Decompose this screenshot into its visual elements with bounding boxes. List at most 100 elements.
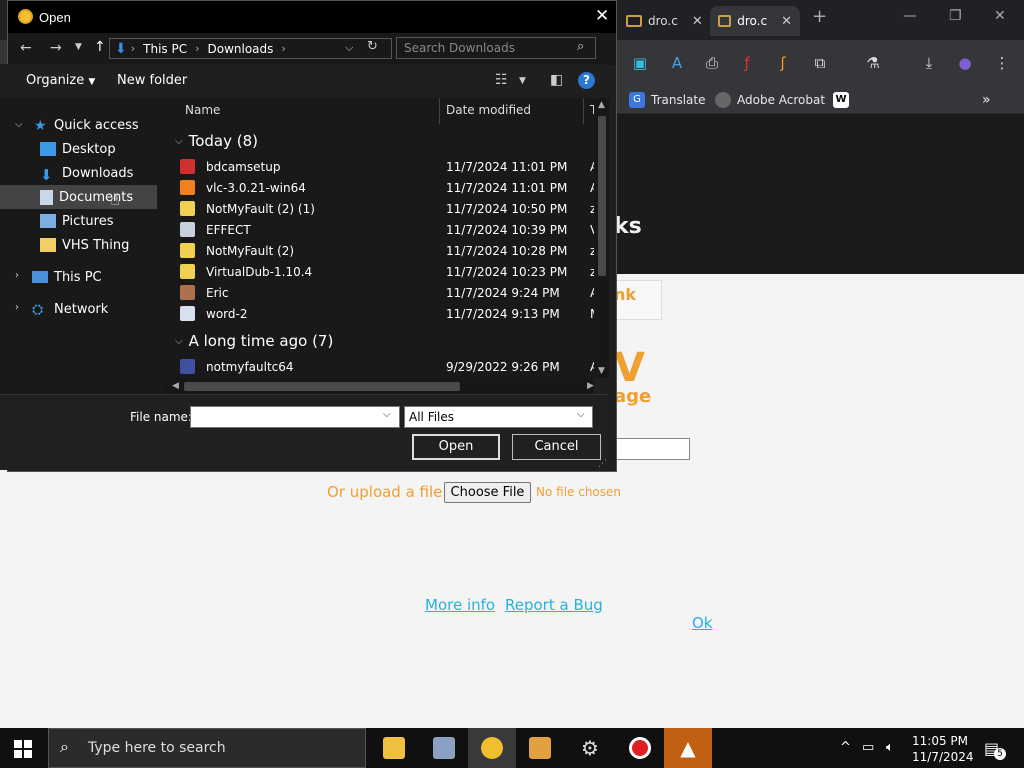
page-link-text[interactable]: nk bbox=[614, 285, 636, 304]
choose-file-button[interactable]: Choose File bbox=[444, 482, 531, 503]
download-icon[interactable]: ⤓ bbox=[920, 54, 938, 72]
report-bug-link[interactable]: Report a Bug bbox=[505, 596, 603, 614]
taskbar-settings[interactable]: ⚙ bbox=[566, 728, 614, 768]
page-textarea[interactable] bbox=[614, 438, 690, 460]
scroll-down-icon[interactable]: ▼ bbox=[598, 366, 605, 376]
bookmark-wikipedia[interactable]: W bbox=[833, 92, 855, 108]
sidebar-item-vhs-thing[interactable]: VHS Thing bbox=[40, 233, 129, 257]
acrobat-icon[interactable]: ƒ bbox=[738, 54, 756, 72]
taskbar-clock[interactable]: 11:05 PM 11/7/2024 bbox=[912, 733, 974, 765]
search-input[interactable]: Search Downloads bbox=[396, 37, 596, 59]
file-row[interactable]: word-2 11/7/2024 9:13 PM M bbox=[180, 303, 600, 324]
chevron-down-icon[interactable]: ⌵ bbox=[345, 41, 353, 55]
help-icon[interactable]: ? bbox=[578, 72, 595, 89]
up-arrow-icon[interactable]: ↑ bbox=[94, 39, 106, 55]
file-date: 11/7/2024 10:39 PM bbox=[446, 223, 568, 237]
search-icon[interactable]: ⌕ bbox=[577, 39, 584, 54]
resize-grip-icon[interactable]: ⋰ bbox=[598, 459, 607, 469]
sidebar-item-downloads[interactable]: ⬇ Downloads 📌︎ bbox=[40, 161, 188, 185]
chevron-right-icon[interactable]: › bbox=[15, 270, 19, 281]
taskbar-chrome[interactable] bbox=[468, 728, 516, 768]
file-row[interactable]: notmyfaultc64 9/29/2022 9:26 PM Ap bbox=[180, 356, 602, 377]
bookmark-adobe-acrobat[interactable]: Adobe Acrobat bbox=[715, 92, 825, 108]
file-row[interactable]: NotMyFault (2) (1) 11/7/2024 10:50 PM zi bbox=[180, 198, 600, 219]
refresh-icon[interactable]: ↻ bbox=[367, 39, 378, 54]
more-bookmarks-icon[interactable]: » bbox=[982, 92, 991, 108]
chevron-down-icon[interactable]: ▼ bbox=[519, 76, 526, 86]
view-options-icon[interactable]: ☷ bbox=[495, 72, 508, 88]
horizontal-scroll-thumb[interactable] bbox=[184, 382, 460, 391]
file-name: word-2 bbox=[206, 307, 248, 321]
file-row[interactable]: bdcamsetup 11/7/2024 11:01 PM Ap bbox=[180, 156, 602, 177]
new-folder-button[interactable]: New folder bbox=[117, 73, 187, 88]
close-tab-icon[interactable]: ✕ bbox=[692, 14, 703, 29]
taskbar-file-explorer[interactable] bbox=[370, 728, 418, 768]
breadcrumb-this-pc[interactable]: This PC bbox=[143, 42, 187, 56]
recent-locations-icon[interactable]: ▼ bbox=[75, 42, 82, 52]
chevron-down-icon[interactable]: ⌵ bbox=[383, 409, 391, 420]
plus-icon[interactable]: + bbox=[812, 6, 827, 27]
taskbar-media-player[interactable] bbox=[516, 728, 564, 768]
extension-icon[interactable]: A bbox=[668, 54, 686, 72]
sidebar-item-documents[interactable]: Documents 📌︎ bbox=[40, 185, 188, 209]
close-icon[interactable]: ✕ bbox=[595, 6, 609, 26]
flask-icon[interactable]: ⚗ bbox=[864, 54, 882, 72]
sidebar-item-network[interactable]: ⛭ Network bbox=[32, 297, 108, 321]
network-icon[interactable]: ▭ bbox=[862, 740, 874, 755]
scroll-up-icon[interactable]: ▲ bbox=[598, 100, 605, 110]
sidebar-item-pictures[interactable]: Pictures 📌︎ bbox=[40, 209, 188, 233]
chevron-down-icon[interactable]: ⌵ bbox=[577, 409, 585, 420]
taskbar-recorder[interactable] bbox=[616, 728, 664, 768]
printer-icon[interactable]: ⎙ bbox=[703, 54, 721, 72]
extension-icon[interactable]: ʃ bbox=[774, 54, 792, 72]
column-header-date[interactable]: Date modified bbox=[446, 103, 531, 117]
close-tab-icon[interactable]: ✕ bbox=[781, 14, 792, 29]
ok-link[interactable]: Ok bbox=[692, 614, 713, 632]
puzzle-icon[interactable]: ⧉ bbox=[811, 54, 829, 72]
chevron-down-icon: ⌵ bbox=[175, 335, 183, 347]
taskbar-vlc[interactable]: ▲ bbox=[664, 728, 712, 768]
scroll-right-icon[interactable]: ▶ bbox=[587, 381, 594, 391]
file-row[interactable]: VirtualDub-1.10.4 11/7/2024 10:23 PM zi bbox=[180, 261, 600, 282]
sidebar-item-this-pc[interactable]: This PC bbox=[32, 265, 102, 289]
more-menu-icon[interactable]: ⋮ bbox=[993, 54, 1011, 72]
file-row[interactable]: EFFECT 11/7/2024 10:39 PM Vi bbox=[180, 219, 601, 240]
extension-icon[interactable]: ▣ bbox=[631, 54, 649, 72]
file-row[interactable]: Eric 11/7/2024 9:24 PM Ap bbox=[180, 282, 602, 303]
column-divider[interactable] bbox=[439, 98, 440, 124]
breadcrumb-downloads[interactable]: Downloads bbox=[208, 42, 274, 56]
windows-start-icon[interactable] bbox=[14, 740, 32, 758]
file-type-select[interactable]: All Files bbox=[404, 406, 593, 428]
sidebar-item-quick-access[interactable]: ★ Quick access bbox=[34, 113, 139, 137]
scroll-left-icon[interactable]: ◀ bbox=[172, 381, 179, 391]
sidebar-item-desktop[interactable]: Desktop 📌︎ bbox=[40, 137, 188, 161]
volume-icon[interactable]: 🔈︎ bbox=[886, 740, 894, 755]
more-info-link[interactable]: More info bbox=[425, 596, 495, 614]
restore-icon[interactable]: ❐ bbox=[949, 8, 962, 24]
vertical-scroll-thumb[interactable] bbox=[598, 116, 606, 276]
column-divider[interactable] bbox=[583, 98, 584, 124]
avatar-icon[interactable]: ● bbox=[956, 54, 974, 72]
group-header-today[interactable]: ⌵ Today (8) bbox=[175, 132, 258, 150]
back-arrow-icon[interactable]: ← bbox=[20, 40, 32, 56]
column-header-name[interactable]: Name bbox=[185, 103, 220, 117]
file-row[interactable]: vlc-3.0.21-win64 11/7/2024 11:01 PM Ap bbox=[180, 177, 602, 198]
bookmark-translate[interactable]: G Translate bbox=[629, 92, 706, 108]
close-window-icon[interactable]: ✕ bbox=[994, 8, 1006, 24]
file-row[interactable]: NotMyFault (2) 11/7/2024 10:28 PM zi bbox=[180, 240, 600, 261]
chevron-up-icon[interactable]: ^ bbox=[840, 740, 851, 755]
chevron-down-icon[interactable]: ⌵ bbox=[15, 119, 23, 130]
chevron-right-icon[interactable]: › bbox=[15, 302, 19, 313]
open-button[interactable]: Open bbox=[412, 434, 500, 460]
organize-button[interactable]: Organize ▼ bbox=[26, 73, 95, 88]
minimize-icon[interactable]: — bbox=[903, 8, 917, 24]
cancel-button[interactable]: Cancel bbox=[512, 434, 601, 460]
notification-icon[interactable]: ▤ 5 bbox=[984, 739, 1006, 760]
preview-pane-icon[interactable]: ◧ bbox=[550, 72, 563, 88]
browser-tab-active[interactable]: dro.c ✕ bbox=[710, 6, 800, 36]
forward-arrow-icon[interactable]: → bbox=[50, 40, 62, 56]
group-header-long-time-ago[interactable]: ⌵ A long time ago (7) bbox=[175, 332, 333, 350]
browser-tab[interactable]: dro.c ✕ bbox=[618, 6, 711, 36]
file-name-input[interactable] bbox=[190, 406, 400, 428]
taskbar-app[interactable] bbox=[420, 728, 468, 768]
